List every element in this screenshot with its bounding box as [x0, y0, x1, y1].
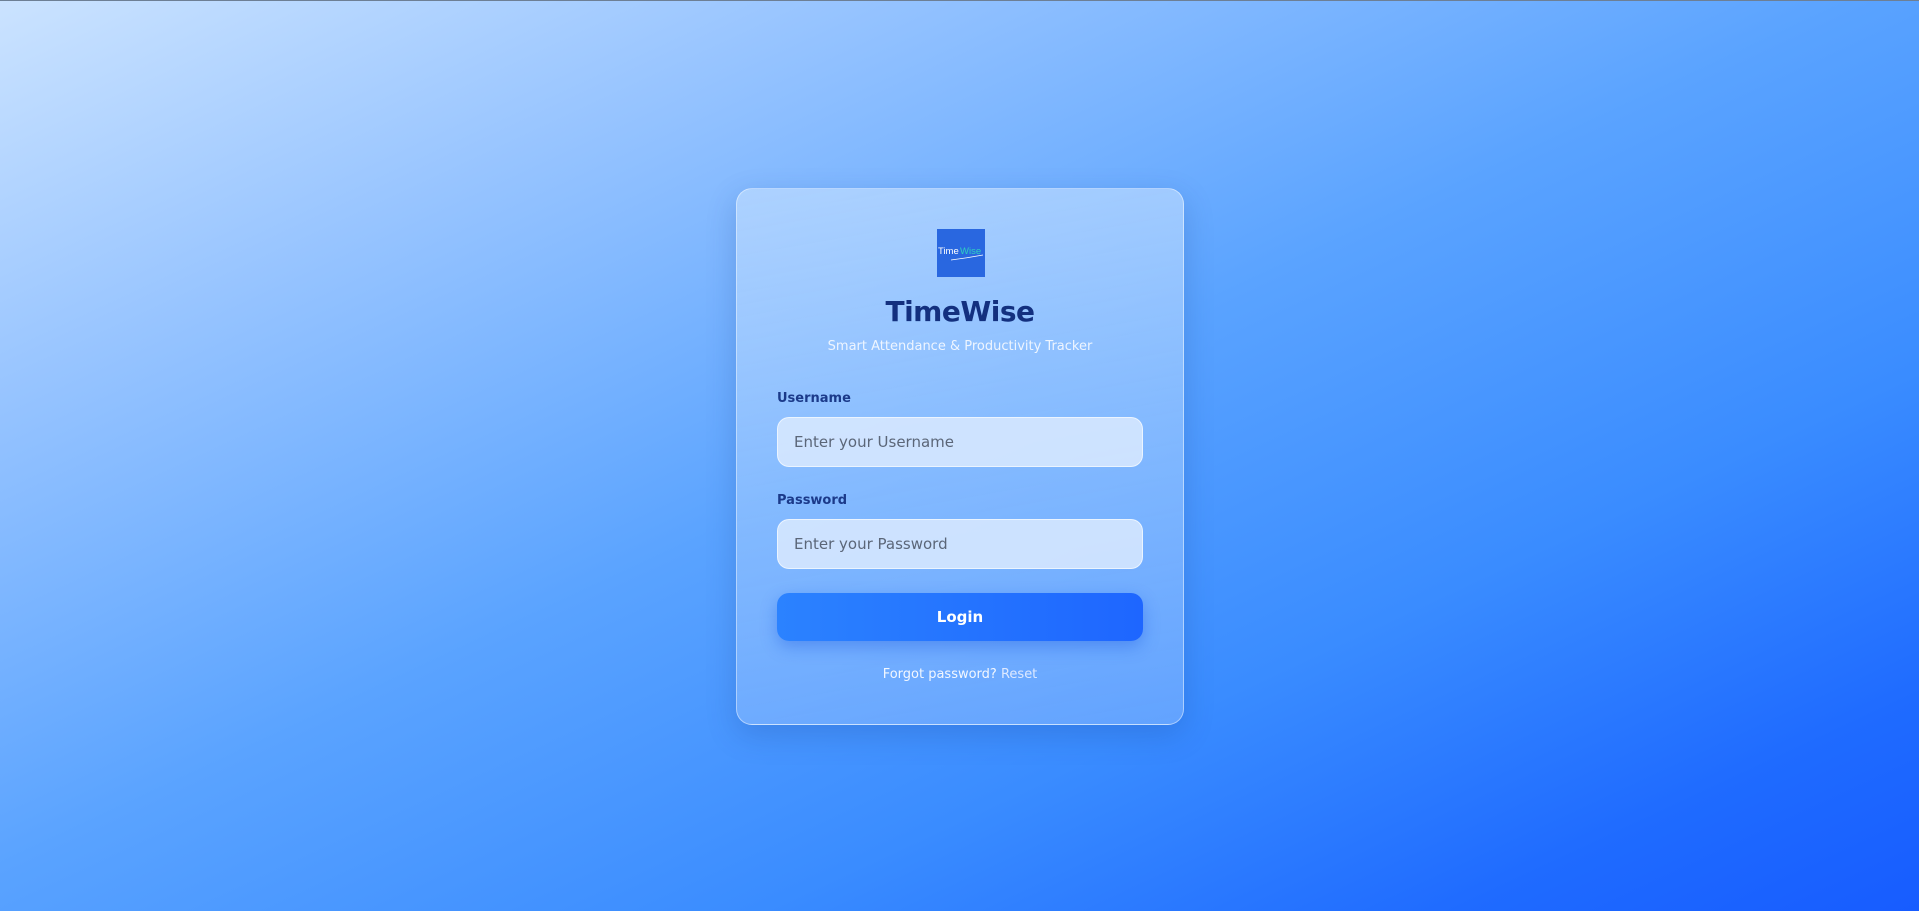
- brand-title: TimeWise: [885, 295, 1035, 328]
- login-button[interactable]: Login: [777, 593, 1143, 641]
- username-label: Username: [777, 391, 851, 406]
- password-input[interactable]: [777, 519, 1143, 569]
- brand-tagline: Smart Attendance & Productivity Tracker: [827, 339, 1093, 354]
- username-input[interactable]: [777, 417, 1143, 467]
- logo-text-time: Time: [938, 246, 959, 257]
- timewise-logo: Time Wise: [937, 229, 985, 277]
- forgot-password-text: Forgot password?: [882, 667, 997, 682]
- reset-link[interactable]: Reset: [1001, 667, 1037, 682]
- login-card: Time Wise TimeWise Smart Attendance & Pr…: [736, 188, 1184, 725]
- password-label: Password: [777, 493, 848, 508]
- top-border: [0, 0, 1919, 1]
- logo-text-wise: Wise: [960, 246, 981, 257]
- forgot-password-row: Forgot password? Reset: [737, 667, 1183, 682]
